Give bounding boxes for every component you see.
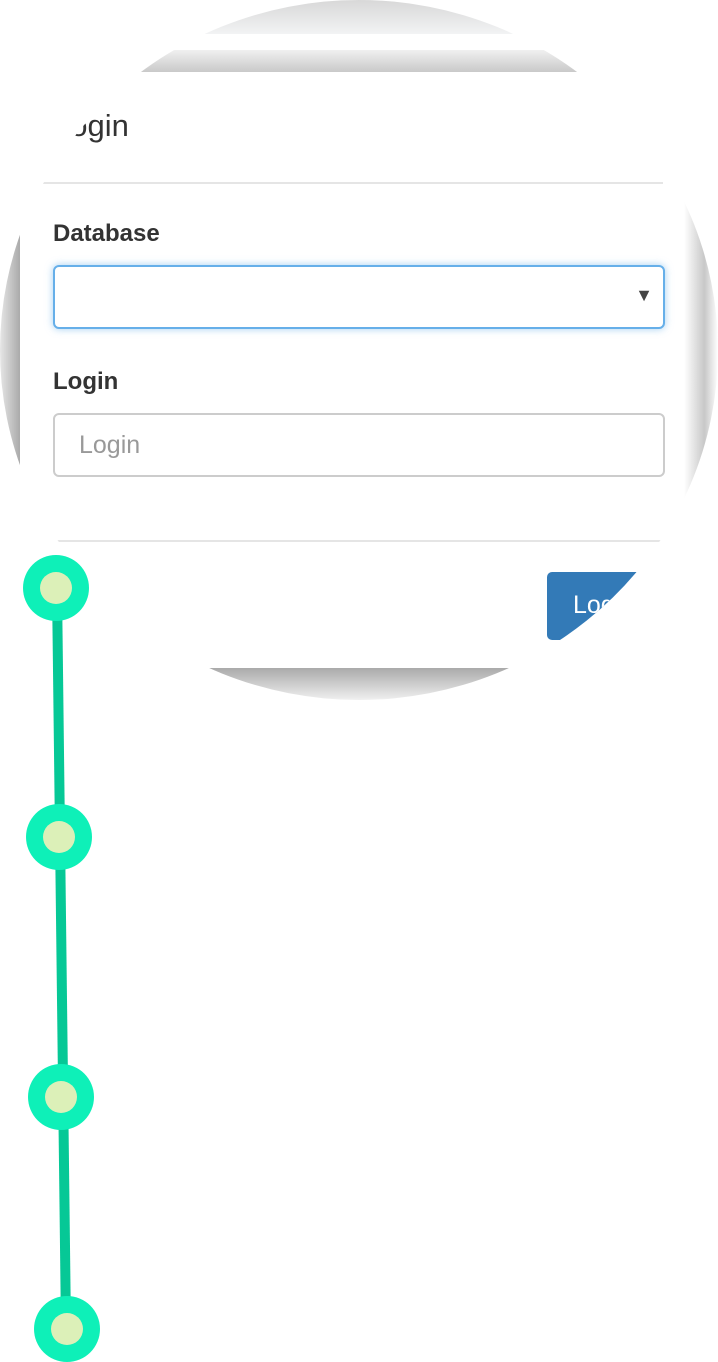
timeline-node (34, 1296, 100, 1362)
timeline-node (26, 804, 92, 870)
timeline-node (23, 555, 89, 621)
timeline-node (28, 1064, 94, 1130)
timeline (23, 555, 100, 1362)
timeline-line (52, 587, 71, 1330)
